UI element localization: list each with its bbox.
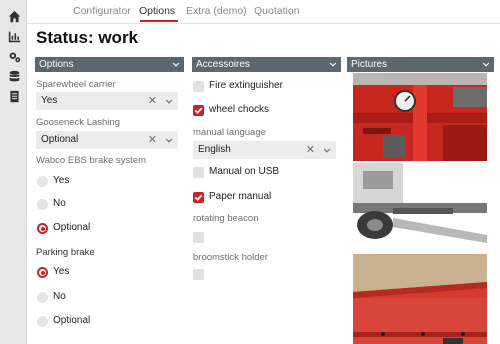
parking-optional-label: Optional [53,315,91,326]
manual-language-select[interactable]: English ✕ [193,141,336,159]
chevron-down-icon[interactable] [482,57,490,74]
home-icon[interactable] [7,9,21,23]
sparewheel-select[interactable]: Yes ✕ [36,92,178,110]
wabco-label: Wabco EBS brake system [36,155,146,166]
checkmark-icon [194,107,203,115]
rotating-beacon-label: rotating beacon [193,213,259,224]
settings-icon[interactable] [7,49,21,63]
wabco-no-label: No [53,198,66,209]
parking-yes-label: Yes [53,266,70,277]
checkmark-icon [194,194,203,202]
active-tab-indicator [140,20,178,22]
clear-icon[interactable]: ✕ [148,131,157,149]
paper-manual-label: Paper manual [209,191,272,202]
tab-extra-demo[interactable]: Extra (demo) [186,5,247,17]
database-icon[interactable] [7,69,21,83]
tab-configurator[interactable]: Configurator [73,5,131,17]
trailer-gauge-image [353,73,487,161]
pictures-header-label: Pictures [351,59,388,70]
page-title: Status: work [36,28,139,47]
sidebar [0,0,27,344]
options-header-label: Options [39,59,74,70]
accessoires-header-label: Accessoires [196,59,250,70]
broomstick-holder-checkbox[interactable] [193,269,204,280]
tab-quotation[interactable]: Quotation [254,5,300,17]
wheel-chocks-label: wheel chocks [209,104,270,115]
sparewheel-label: Sparewheel carrier [36,79,116,90]
tab-bar: Configurator Options Extra (demo) Quotat… [27,0,500,24]
sparewheel-value: Yes [41,95,58,106]
fire-extinguisher-checkbox[interactable] [193,81,204,92]
wabco-optional-radio[interactable] [37,223,48,234]
chevron-down-icon[interactable] [172,57,180,74]
manual-usb-label: Manual on USB [209,166,280,177]
gooseneck-label: Gooseneck Lashing [36,117,120,128]
manual-language-label: manual language [193,127,266,138]
wheel-chocks-checkbox[interactable] [193,105,204,116]
parking-no-label: No [53,291,66,302]
parking-brake-label: Parking brake [36,247,95,258]
manual-usb-checkbox[interactable] [193,167,204,178]
fire-extinguisher-label: Fire extinguisher [209,80,283,91]
parking-no-radio[interactable] [37,292,48,303]
document-icon[interactable] [7,89,21,103]
clear-icon[interactable]: ✕ [148,92,157,110]
wabco-optional-label: Optional [53,222,91,233]
paper-manual-checkbox[interactable] [193,192,204,203]
dashboard-icon[interactable] [7,29,21,43]
options-section-header[interactable]: Options [35,57,184,72]
wabco-yes-label: Yes [53,175,70,186]
accessoires-section-header[interactable]: Accessoires [192,57,341,72]
gooseneck-select[interactable]: Optional ✕ [36,131,178,149]
wabco-yes-radio[interactable] [37,176,48,187]
manual-language-value: English [198,144,231,155]
trailer-wheel-image [353,163,487,252]
gooseneck-value: Optional [41,134,79,145]
broomstick-holder-label: broomstick holder [193,252,268,263]
rotating-beacon-checkbox[interactable] [193,232,204,243]
parking-optional-radio[interactable] [37,316,48,327]
wabco-no-radio[interactable] [37,199,48,210]
clear-icon[interactable]: ✕ [306,141,315,159]
chevron-down-icon[interactable] [329,57,337,74]
pictures-section-header[interactable]: Pictures [347,57,494,72]
tab-options[interactable]: Options [139,5,175,17]
trailer-deck-image [353,254,487,344]
parking-yes-radio[interactable] [37,267,48,278]
